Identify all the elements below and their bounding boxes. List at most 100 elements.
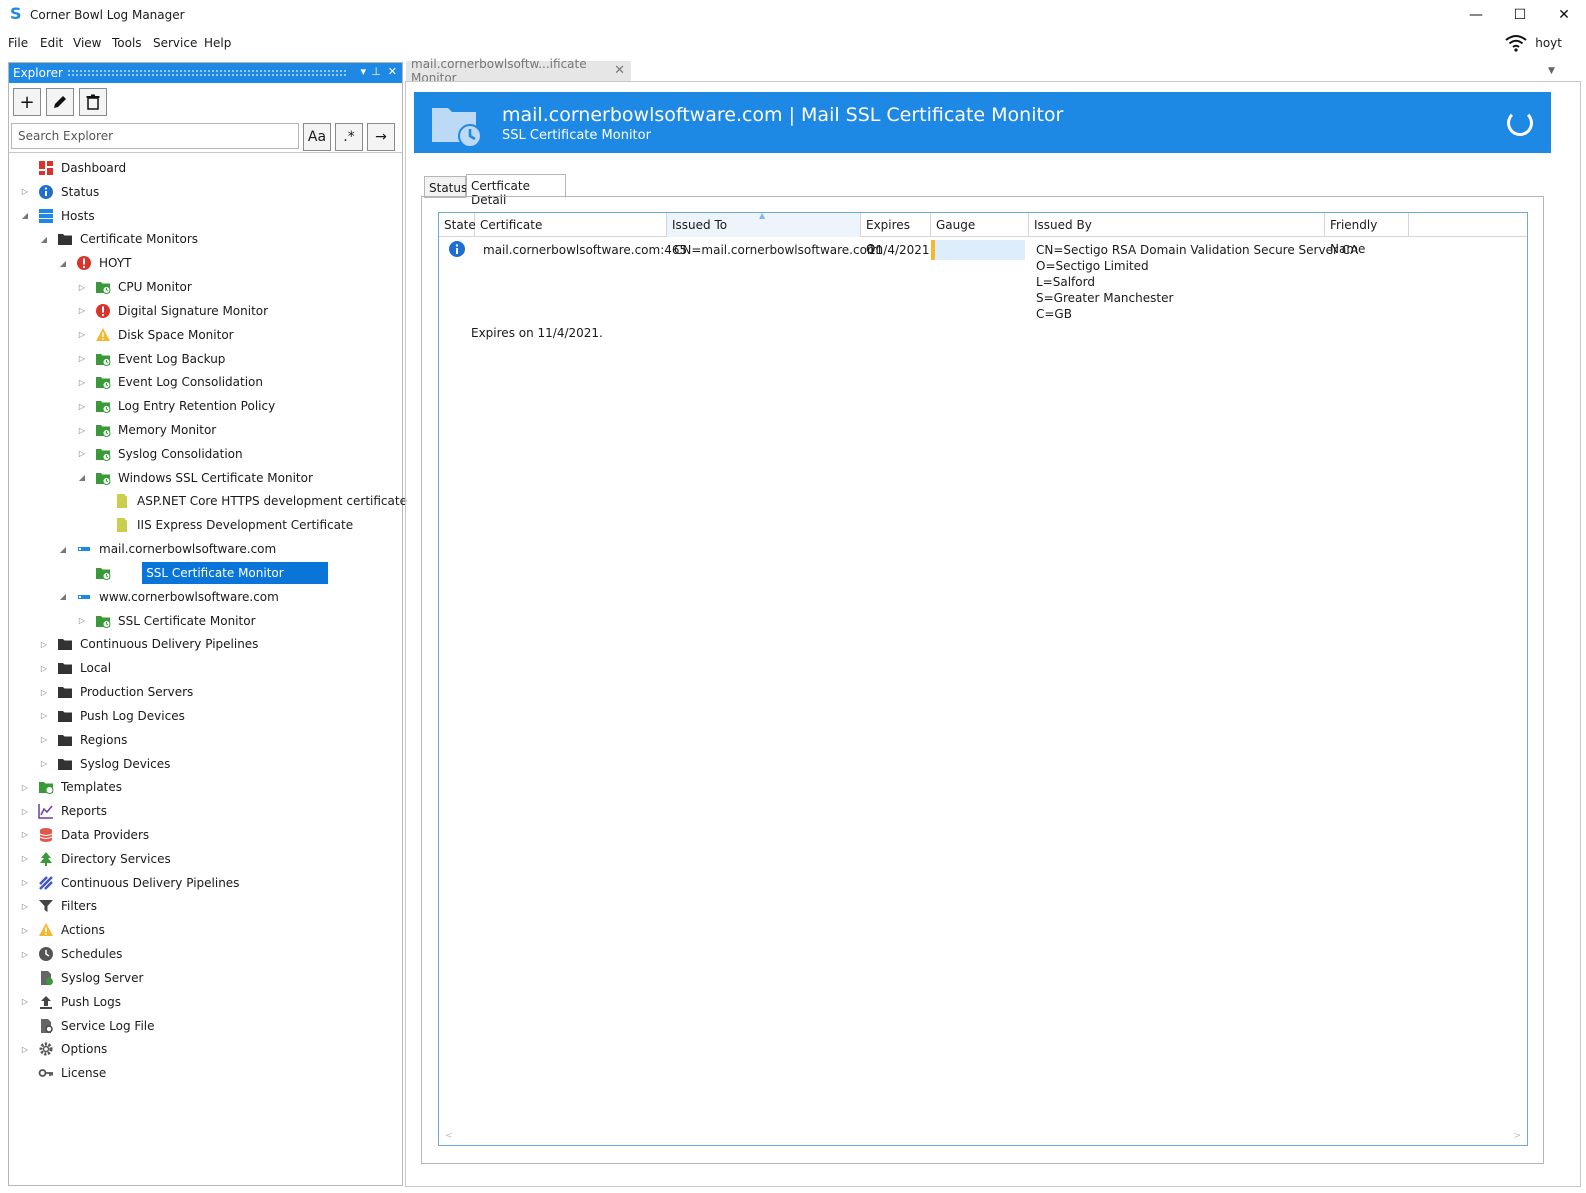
- search-go-button[interactable]: →: [367, 123, 395, 151]
- menu-view[interactable]: View: [73, 36, 101, 50]
- tree-item-dashboard[interactable]: Dashboard: [9, 157, 402, 179]
- tree-item-regions[interactable]: ▷ Regions: [9, 729, 402, 751]
- collapse-arrow-icon[interactable]: ◢: [77, 473, 87, 482]
- tree-item-log-entry-retention-policy[interactable]: ▷ Log Entry Retention Policy: [9, 395, 402, 417]
- expand-arrow-icon[interactable]: ▷: [77, 426, 87, 435]
- tree-item-iis-express-development-certificate[interactable]: IIS Express Development Certificate: [9, 514, 402, 536]
- menu-edit[interactable]: Edit: [40, 36, 63, 50]
- tree-item-push-log-devices[interactable]: ▷ Push Log Devices: [9, 705, 402, 727]
- expand-arrow-icon[interactable]: ▷: [77, 616, 87, 625]
- collapse-arrow-icon[interactable]: ◢: [20, 211, 30, 220]
- tree-item-status[interactable]: ▷ Status: [9, 181, 402, 203]
- column-header-certificate[interactable]: Certificate: [475, 213, 667, 237]
- tree-item-www-cornerbowlsoftware-com[interactable]: ◢ www.cornerbowlsoftware.com: [9, 586, 402, 608]
- expand-arrow-icon[interactable]: ▷: [77, 306, 87, 315]
- tree-item-data-providers[interactable]: ▷ Data Providers: [9, 824, 402, 846]
- expand-arrow-icon[interactable]: ▷: [20, 1045, 30, 1054]
- tree-item-syslog-devices[interactable]: ▷ Syslog Devices: [9, 753, 402, 775]
- expand-arrow-icon[interactable]: ▷: [77, 402, 87, 411]
- menu-file[interactable]: File: [8, 36, 28, 50]
- horizontal-scrollbar[interactable]: < >: [439, 1131, 1527, 1145]
- tree-item-schedules[interactable]: ▷ Schedules: [9, 943, 402, 965]
- tree-item-windows-ssl-certificate-monitor[interactable]: ◢ Windows SSL Certificate Monitor: [9, 467, 402, 489]
- close-button[interactable]: ✕: [1542, 0, 1586, 30]
- document-list-dropdown-icon[interactable]: ▼: [1548, 66, 1555, 76]
- close-icon[interactable]: ✕: [388, 65, 397, 78]
- expand-arrow-icon[interactable]: ▷: [39, 640, 49, 649]
- tree-item-service-log-file[interactable]: Service Log File: [9, 1015, 402, 1037]
- maximize-button[interactable]: ☐: [1498, 0, 1542, 30]
- document-tab[interactable]: mail.cornerbowlsoftw...ificate Monitor ✕: [406, 57, 631, 85]
- collapse-arrow-icon[interactable]: ◢: [58, 592, 68, 601]
- tree-item-syslog-consolidation[interactable]: ▷ Syslog Consolidation: [9, 443, 402, 465]
- tree-item-templates[interactable]: ▷ Templates: [9, 776, 402, 798]
- tree-item-disk-space-monitor[interactable]: ▷ Disk Space Monitor: [9, 324, 402, 346]
- menu-service[interactable]: Service: [153, 36, 197, 50]
- expand-arrow-icon[interactable]: ▷: [20, 830, 30, 839]
- minimize-button[interactable]: —: [1454, 0, 1498, 30]
- expand-arrow-icon[interactable]: ▷: [39, 688, 49, 697]
- add-button[interactable]: +: [13, 88, 41, 116]
- menu-help[interactable]: Help: [204, 36, 231, 50]
- tree-item-cpu-monitor[interactable]: ▷ CPU Monitor: [9, 276, 402, 298]
- collapse-arrow-icon[interactable]: ◢: [58, 545, 68, 554]
- expand-arrow-icon[interactable]: ▷: [77, 449, 87, 458]
- user-area[interactable]: hoyt: [1505, 34, 1562, 52]
- tree-item-license[interactable]: License: [9, 1062, 402, 1084]
- expand-arrow-icon[interactable]: ▷: [20, 783, 30, 792]
- expand-arrow-icon[interactable]: ▷: [77, 378, 87, 387]
- collapse-arrow-icon[interactable]: ◢: [39, 235, 49, 244]
- tree-item-continuous-delivery-pipelines[interactable]: ▷ Continuous Delivery Pipelines: [9, 872, 402, 894]
- tree-item-certificate-monitors[interactable]: ◢ Certificate Monitors: [9, 228, 402, 250]
- tree-item-event-log-backup[interactable]: ▷ Event Log Backup: [9, 348, 402, 370]
- chevron-down-icon[interactable]: ▾: [360, 65, 366, 78]
- tree-item-filters[interactable]: ▷ Filters: [9, 895, 402, 917]
- search-input[interactable]: [11, 123, 299, 149]
- expand-arrow-icon[interactable]: ▷: [77, 283, 87, 292]
- column-header-gauge[interactable]: Gauge: [931, 213, 1029, 237]
- drag-grip[interactable]: [67, 69, 346, 77]
- menu-tools[interactable]: Tools: [112, 36, 142, 50]
- collapse-arrow-icon[interactable]: ◢: [58, 259, 68, 268]
- expand-arrow-icon[interactable]: ▷: [39, 664, 49, 673]
- scroll-right-icon[interactable]: >: [1513, 1131, 1521, 1141]
- column-header-friendly-name[interactable]: Friendly Name: [1325, 213, 1409, 256]
- delete-button[interactable]: [79, 88, 107, 116]
- expand-arrow-icon[interactable]: ▷: [39, 711, 49, 720]
- edit-button[interactable]: [46, 88, 74, 116]
- tree-item-continuous-delivery-pipelines[interactable]: ▷ Continuous Delivery Pipelines: [9, 633, 402, 655]
- tree-item-production-servers[interactable]: ▷ Production Servers: [9, 681, 402, 703]
- expand-arrow-icon[interactable]: ▷: [20, 997, 30, 1006]
- tree-item-memory-monitor[interactable]: ▷ Memory Monitor: [9, 419, 402, 441]
- tab-close-icon[interactable]: ✕: [614, 63, 625, 78]
- tree-item-hosts[interactable]: ◢ Hosts: [9, 205, 402, 227]
- tab-status[interactable]: Status: [424, 176, 467, 198]
- expand-arrow-icon[interactable]: ▷: [20, 950, 30, 959]
- expand-arrow-icon[interactable]: ▷: [20, 854, 30, 863]
- expand-arrow-icon[interactable]: ▷: [77, 354, 87, 363]
- tree-item-ssl-certificate-monitor[interactable]: ▷ SSL Certificate Monitor: [9, 610, 402, 632]
- tree-item-mail-cornerbowlsoftware-com[interactable]: ◢ mail.cornerbowlsoftware.com: [9, 538, 402, 560]
- tree-item-asp-net-core-https-development-certificate[interactable]: ASP.NET Core HTTPS development certifica…: [9, 490, 407, 512]
- expand-arrow-icon[interactable]: ▷: [20, 187, 30, 196]
- tree-item-event-log-consolidation[interactable]: ▷ Event Log Consolidation: [9, 371, 402, 393]
- tree-item-syslog-server[interactable]: Syslog Server: [9, 967, 402, 989]
- expand-arrow-icon[interactable]: ▷: [77, 330, 87, 339]
- expand-arrow-icon[interactable]: ▷: [39, 759, 49, 768]
- expand-arrow-icon[interactable]: ▷: [20, 926, 30, 935]
- pin-icon[interactable]: ⊥: [371, 65, 381, 78]
- expand-arrow-icon[interactable]: ▷: [20, 807, 30, 816]
- tree-item-directory-services[interactable]: ▷ Directory Services: [9, 848, 402, 870]
- tree-item-push-logs[interactable]: ▷ Push Logs: [9, 991, 402, 1013]
- column-header-issued-by[interactable]: Issued By: [1029, 213, 1325, 237]
- tab-certificate-detail[interactable]: Certficate Detail: [466, 174, 566, 207]
- match-case-button[interactable]: Aa: [303, 123, 331, 151]
- expand-arrow-icon[interactable]: ▷: [20, 878, 30, 887]
- regex-button[interactable]: .*: [335, 123, 363, 151]
- expand-arrow-icon[interactable]: ▷: [39, 735, 49, 744]
- tree-item-mail-ssl-certificate-monitor[interactable]: Mail SSL Certificate Monitor: [9, 561, 402, 584]
- scroll-left-icon[interactable]: <: [445, 1131, 453, 1141]
- tree-item-actions[interactable]: ▷ Actions: [9, 919, 402, 941]
- tree-item-digital-signature-monitor[interactable]: ▷ Digital Signature Monitor: [9, 300, 402, 322]
- tree-item-hoyt[interactable]: ◢ HOYT: [9, 252, 402, 274]
